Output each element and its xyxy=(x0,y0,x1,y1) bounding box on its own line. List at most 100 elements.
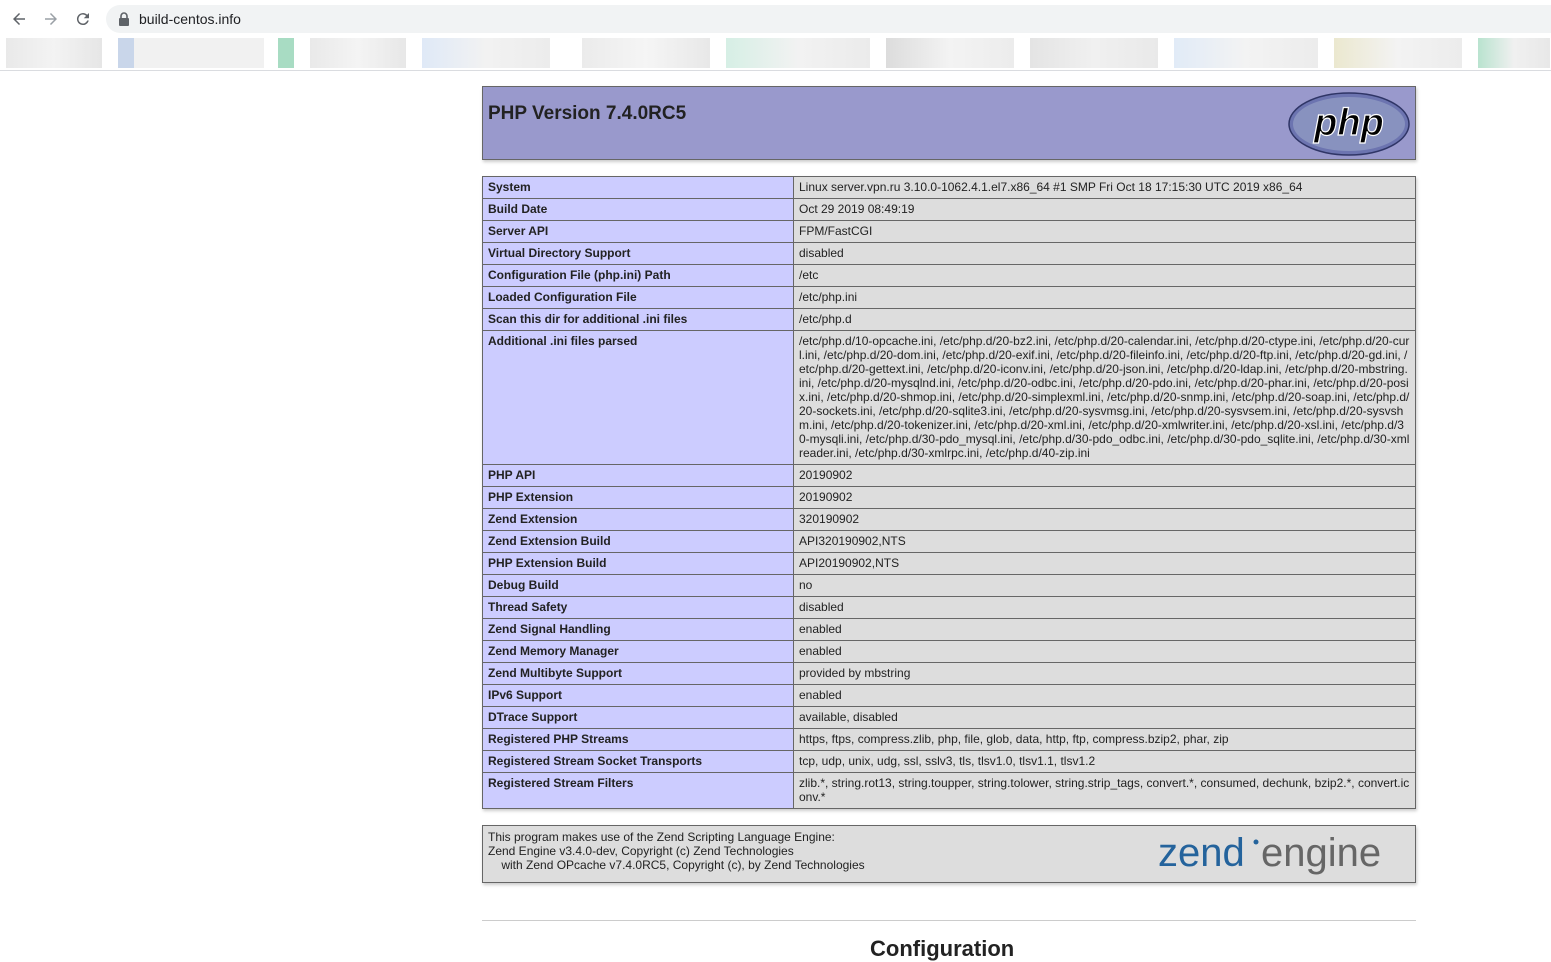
row-key: Zend Extension xyxy=(482,508,794,531)
row-value: tcp, udp, unix, udg, ssl, sslv3, tls, tl… xyxy=(793,750,1416,773)
bookmark-item[interactable] xyxy=(1334,38,1462,68)
table-row: PHP API 20190902 xyxy=(482,464,1416,487)
row-value: enabled xyxy=(793,640,1416,663)
table-row: Server API FPM/FastCGI xyxy=(482,220,1416,243)
table-row: Registered PHP Streams https, ftps, compr… xyxy=(482,728,1416,751)
row-value: 20190902 xyxy=(793,464,1416,487)
back-button[interactable] xyxy=(8,8,30,30)
row-key: Registered Stream Filters xyxy=(482,772,794,809)
bookmark-item[interactable] xyxy=(118,38,134,68)
arrow-left-icon xyxy=(13,13,25,25)
row-key: Debug Build xyxy=(482,574,794,597)
zend-logo-word: engine xyxy=(1261,831,1381,875)
section-heading: Configuration xyxy=(870,936,1015,961)
zend-line: This program makes use of the Zend Scrip… xyxy=(488,830,835,844)
zend-logo-word: zend xyxy=(1158,831,1245,875)
zend-line: with Zend OPcache v7.4.0RC5, Copyright (… xyxy=(488,858,865,872)
row-key: PHP Extension xyxy=(482,486,794,509)
row-value: API320190902,NTS xyxy=(793,530,1416,553)
row-key: IPv6 Support xyxy=(482,684,794,707)
reload-button[interactable] xyxy=(72,8,94,30)
bookmark-item[interactable] xyxy=(886,38,1014,68)
table-row: Zend Memory Manager enabled xyxy=(482,640,1416,663)
table-row: Thread Safety disabled xyxy=(482,596,1416,619)
table-row: System Linux server.vpn.ru 3.10.0-1062.4.… xyxy=(482,176,1416,199)
row-key: Virtual Directory Support xyxy=(482,242,794,265)
row-key: Configuration File (php.ini) Path xyxy=(482,264,794,287)
row-value: 20190902 xyxy=(793,486,1416,509)
row-key: Build Date xyxy=(482,198,794,221)
zend-line: Zend Engine v3.4.0-dev, Copyright (c) Ze… xyxy=(488,844,794,858)
table-row: Configuration File (php.ini) Path/etc xyxy=(482,264,1416,287)
bookmark-item[interactable] xyxy=(1478,38,1550,68)
zend-credits: This program makes use of the Zend Scrip… xyxy=(488,830,865,872)
row-value: /etc/php.ini xyxy=(793,286,1416,309)
table-row: PHP Extension Build API20190902,NTS xyxy=(482,552,1416,575)
row-value: 320190902 xyxy=(793,508,1416,531)
row-key: Zend Signal Handling xyxy=(482,618,794,641)
row-value: enabled xyxy=(793,618,1416,641)
row-value: /etc/php.d xyxy=(793,308,1416,331)
table-row: Build Date Oct 29 2019 08:49:19 xyxy=(482,198,1416,221)
php-logo-icon[interactable]: php xyxy=(1288,92,1410,156)
address-bar[interactable]: build-centos.info xyxy=(106,5,1551,33)
arrow-right-icon xyxy=(45,13,57,25)
forward-button[interactable] xyxy=(40,8,62,30)
table-row: Zend Signal Handling enabled xyxy=(482,618,1416,641)
zend-engine-logo-icon[interactable]: zend engine xyxy=(1158,830,1410,878)
row-value: /etc/php.d/10-opcache.ini, /etc/php.d/20… xyxy=(793,330,1416,465)
row-key: Zend Multibyte Support xyxy=(482,662,794,685)
table-row: Zend Extension 320190902 xyxy=(482,508,1416,531)
bookmark-item[interactable] xyxy=(582,38,710,68)
browser-toolbar: build-centos.info xyxy=(0,0,1551,71)
url-text: build-centos.info xyxy=(139,11,241,27)
table-row: Loaded Configuration File/etc/php.ini xyxy=(482,286,1416,309)
table-row: Scan this dir for additional .ini files /… xyxy=(482,308,1416,331)
bookmark-item[interactable] xyxy=(1174,38,1318,68)
row-value: provided by mbstring xyxy=(793,662,1416,685)
table-row: IPv6 Support enabled xyxy=(482,684,1416,707)
row-key: Loaded Configuration File xyxy=(482,286,794,309)
table-row: Additional .ini files parsed/etc/php.d/1… xyxy=(482,330,1416,465)
bookmark-item[interactable] xyxy=(726,38,870,68)
bookmarks-bar xyxy=(0,37,1551,69)
row-value: FPM/FastCGI xyxy=(793,220,1416,243)
row-value: https, ftps, compress.zlib, php, file, g… xyxy=(793,728,1416,751)
row-value: API20190902,NTS xyxy=(793,552,1416,575)
bookmark-item[interactable] xyxy=(422,38,550,68)
page-title: PHP Version 7.4.0RC5 xyxy=(488,103,687,124)
row-value: zlib.*, string.rot13, string.toupper, st… xyxy=(793,772,1416,809)
zend-engine-box: This program makes use of the Zend Scrip… xyxy=(482,825,1416,883)
row-key: Registered PHP Streams xyxy=(482,728,794,751)
bookmark-item[interactable] xyxy=(310,38,406,68)
row-value: Oct 29 2019 08:49:19 xyxy=(793,198,1416,221)
row-key: Registered Stream Socket Transports xyxy=(482,750,794,773)
table-row: Debug Build no xyxy=(482,574,1416,597)
php-logo-text: php xyxy=(1313,102,1384,144)
bookmark-item[interactable] xyxy=(278,38,294,68)
table-row: PHP Extension 20190902 xyxy=(482,486,1416,509)
row-value: /etc xyxy=(793,264,1416,287)
info-table: System Linux server.vpn.ru 3.10.0-1062.4.… xyxy=(482,176,1416,809)
row-value: enabled xyxy=(793,684,1416,707)
bookmark-item[interactable] xyxy=(134,38,264,68)
phpinfo-content: PHP Version 7.4.0RC5 php System Linux ser… xyxy=(482,86,1416,883)
row-key: Zend Memory Manager xyxy=(482,640,794,663)
row-key: Zend Extension Build xyxy=(482,530,794,553)
section-divider xyxy=(482,920,1416,921)
row-value: no xyxy=(793,574,1416,597)
reload-icon xyxy=(76,13,89,26)
bookmark-item[interactable] xyxy=(6,38,102,68)
version-header: PHP Version 7.4.0RC5 php xyxy=(482,86,1416,160)
table-row: Registered Stream Socket Transports tcp, … xyxy=(482,750,1416,773)
row-value: available, disabled xyxy=(793,706,1416,729)
bookmark-item[interactable] xyxy=(1030,38,1158,68)
row-key: PHP Extension Build xyxy=(482,552,794,575)
row-key: Additional .ini files parsed xyxy=(482,330,794,465)
row-value: disabled xyxy=(793,242,1416,265)
row-value: Linux server.vpn.ru 3.10.0-1062.4.1.el7.… xyxy=(793,176,1416,199)
table-row: Zend Extension Build API320190902,NTS xyxy=(482,530,1416,553)
table-row: Virtual Directory Support disabled xyxy=(482,242,1416,265)
row-key: Scan this dir for additional .ini files xyxy=(482,308,794,331)
row-key: Thread Safety xyxy=(482,596,794,619)
